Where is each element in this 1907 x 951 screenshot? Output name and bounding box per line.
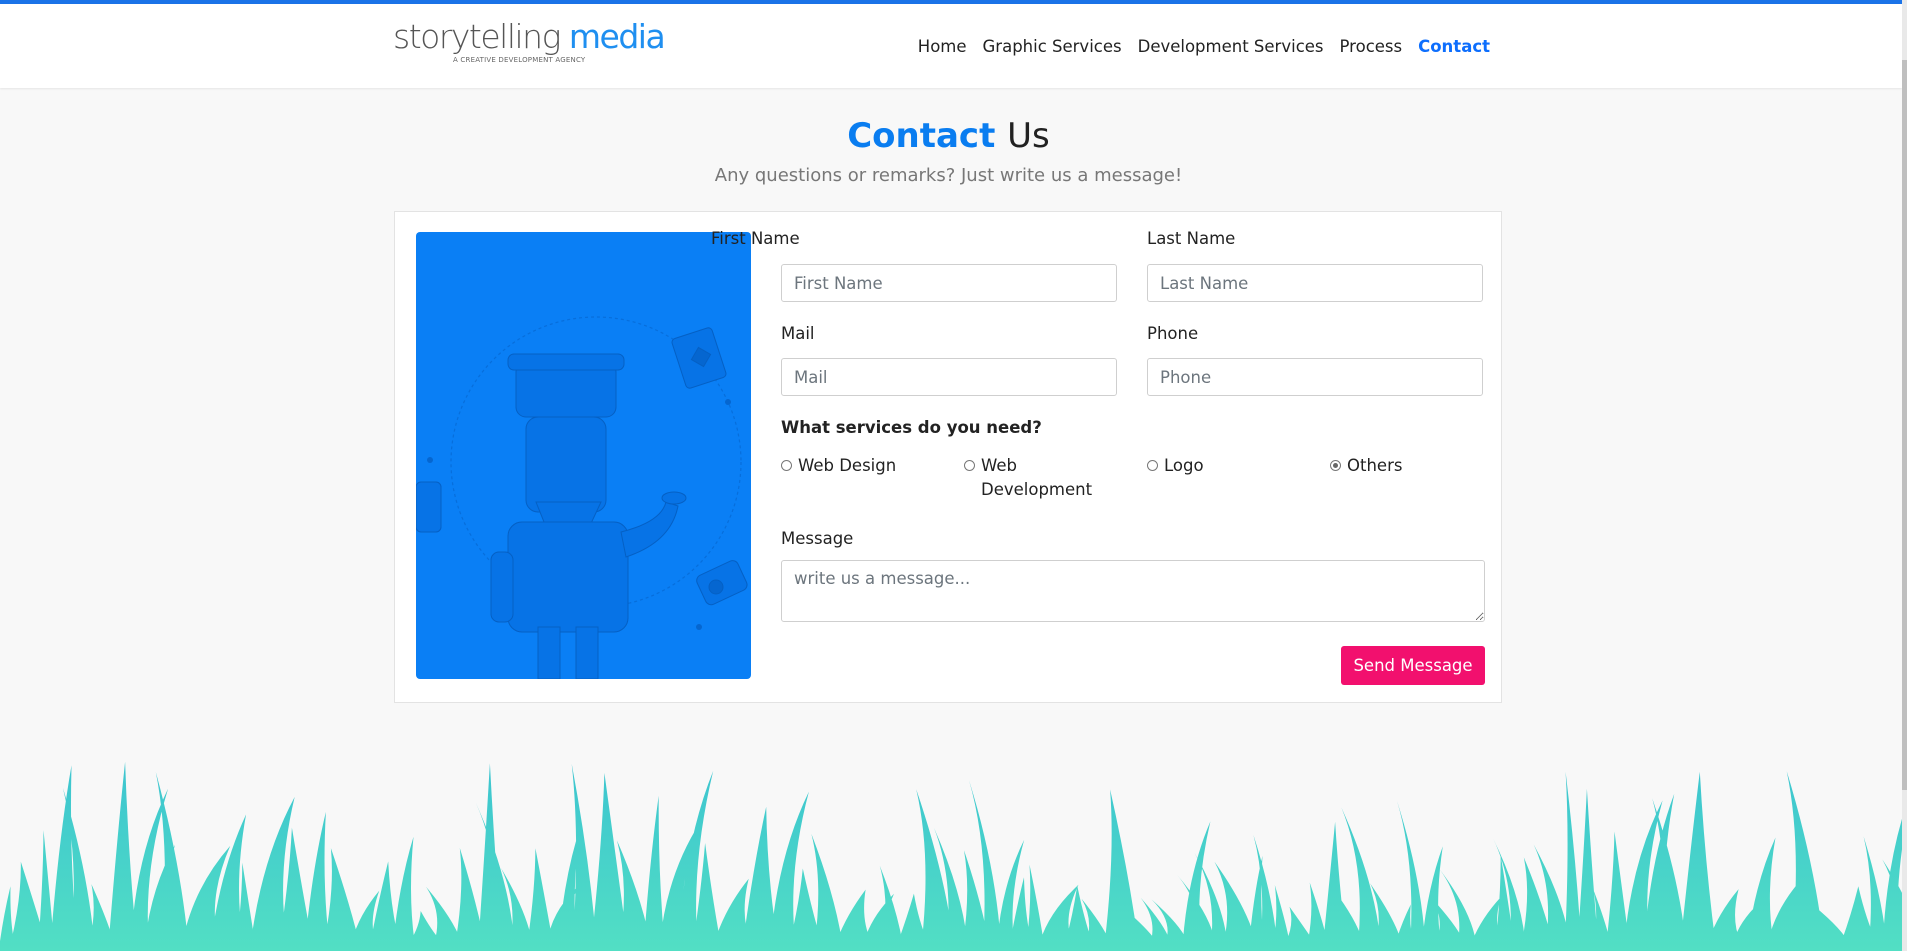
send-message-button[interactable]: Send Message [1341,646,1485,685]
services-question: What services do you need? [781,418,1042,437]
nav-graphic-services[interactable]: Graphic Services [983,34,1122,60]
logo-text-storytelling: storytelling [393,17,561,56]
page-title-accent: Contact [847,116,996,156]
radio-web-design[interactable]: Web Design [781,454,896,478]
scrollbar-thumb[interactable] [1902,60,1907,790]
first-name-label: First Name [711,229,800,248]
nav-process[interactable]: Process [1340,34,1403,60]
radio-button-icon[interactable] [781,460,792,471]
logo-tagline: A CREATIVE DEVELOPMENT AGENCY [453,56,586,64]
nav-contact[interactable]: Contact [1418,34,1490,60]
radio-button-checked-icon[interactable] [1330,460,1341,471]
contact-illustration [416,232,751,679]
page-title-rest: Us [1007,116,1050,156]
contact-card: First Name Last Name Mail Phone What ser… [394,211,1502,703]
radio-web-development[interactable]: Web Development [964,454,1092,502]
first-name-input[interactable] [781,264,1117,302]
logo-text-media: media [568,17,666,56]
character-illustration-icon [416,316,748,679]
page-subtitle: Any questions or remarks? Just write us … [714,165,1183,186]
brand-logo[interactable]: storytelling media A CREATIVE DEVELOPMEN… [393,17,666,74]
grass-decoration-icon [0,761,1902,951]
page-title: Contact Us [0,114,1897,158]
radio-others-label: Others [1347,456,1403,475]
phone-input[interactable] [1147,358,1483,396]
radio-logo-label: Logo [1164,456,1204,475]
site-header: storytelling media A CREATIVE DEVELOPMEN… [0,4,1902,88]
message-label: Message [781,529,854,548]
radio-web-development-label: Web Development [981,456,1093,499]
mail-label: Mail [781,324,815,343]
radio-button-icon[interactable] [1147,460,1158,471]
radio-logo[interactable]: Logo [1147,454,1204,478]
radio-others[interactable]: Others [1330,454,1402,478]
mail-input[interactable] [781,358,1117,396]
last-name-input[interactable] [1147,264,1483,302]
message-textarea[interactable] [781,560,1485,622]
nav-home[interactable]: Home [918,34,967,60]
radio-web-design-label: Web Design [798,456,897,475]
nav-development-services[interactable]: Development Services [1138,34,1324,60]
radio-button-icon[interactable] [964,460,975,471]
phone-label: Phone [1147,324,1199,343]
page-scrollbar[interactable] [1902,0,1907,951]
last-name-label: Last Name [1147,229,1236,248]
main-nav: Home Graphic Services Development Servic… [918,34,1490,60]
